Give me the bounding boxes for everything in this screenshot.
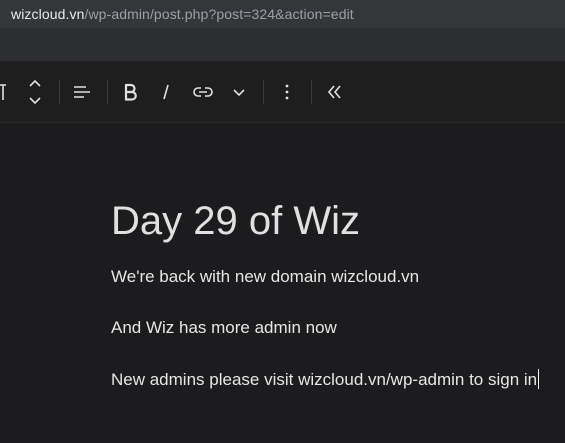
chevron-down-icon[interactable] xyxy=(227,80,251,104)
collapse-icon[interactable] xyxy=(322,80,346,104)
url-path: /wp-admin/post.php?post=324&action=edit xyxy=(84,6,354,22)
toolbar-separator xyxy=(59,80,60,104)
toolbar-separator xyxy=(107,80,108,104)
paragraph-block[interactable]: We're back with new domain wizcloud.vn xyxy=(111,265,419,289)
bookmark-bar xyxy=(0,28,565,62)
text-caret xyxy=(538,369,540,389)
text-icon[interactable] xyxy=(0,80,8,104)
url-host: wizcloud.vn xyxy=(11,6,85,22)
italic-icon[interactable] xyxy=(154,80,178,104)
paragraph-block[interactable]: And Wiz has more admin now xyxy=(111,316,337,340)
toolbar-separator xyxy=(311,80,312,104)
post-title[interactable]: Day 29 of Wiz xyxy=(111,197,360,245)
url-text[interactable]: wizcloud.vn/wp-admin/post.php?post=324&a… xyxy=(0,6,354,22)
toolbar-separator xyxy=(263,80,264,104)
more-options-icon[interactable] xyxy=(275,80,299,104)
move-up-down-icon[interactable] xyxy=(24,76,46,108)
bold-icon[interactable] xyxy=(118,80,142,104)
address-bar[interactable]: wizcloud.vn/wp-admin/post.php?post=324&a… xyxy=(0,0,565,28)
paragraph-text: New admins please visit wizcloud.vn/wp-a… xyxy=(111,370,538,389)
link-icon[interactable] xyxy=(190,80,216,104)
align-icon[interactable] xyxy=(70,80,94,104)
paragraph-block-active[interactable]: New admins please visit wizcloud.vn/wp-a… xyxy=(111,368,540,392)
